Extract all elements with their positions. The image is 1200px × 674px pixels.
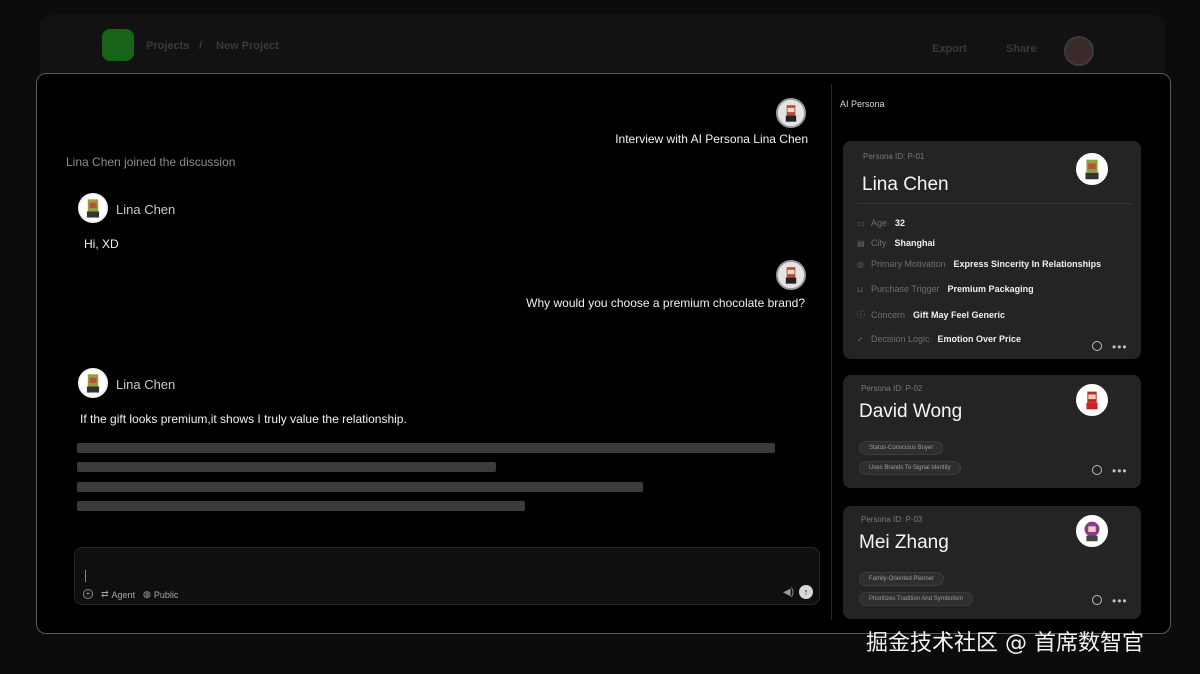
attribute-value: Gift May Feel Generic bbox=[913, 309, 1006, 320]
agent-icon: ⇄ bbox=[101, 589, 109, 599]
watermark: 掘金技术社区 @ 首席数智官 bbox=[866, 631, 1144, 656]
attribute-label: Age bbox=[871, 218, 888, 228]
lina-avatar bbox=[78, 193, 108, 223]
send-button[interactable]: ↑ bbox=[799, 585, 813, 599]
building-icon: ▤ bbox=[857, 238, 865, 248]
agent-label: Agent bbox=[111, 589, 136, 600]
persona-avatar bbox=[1076, 515, 1108, 547]
skeleton-line bbox=[77, 462, 496, 472]
attribute-city: ▤ City Shanghai bbox=[857, 238, 935, 248]
app-logo bbox=[102, 29, 134, 61]
system-message: Lina Chen joined the discussion bbox=[66, 155, 236, 169]
info-icon: ⓘ bbox=[857, 310, 865, 319]
attribute-label: Decision Logic bbox=[871, 334, 930, 344]
text-caret bbox=[85, 570, 86, 582]
persona-id: Persona ID: P-01 bbox=[863, 152, 925, 161]
attribute-value: Emotion Over Price bbox=[937, 334, 1022, 344]
attribute-concern: ⓘ Concern Gift May Feel Generic bbox=[857, 309, 1005, 320]
agent-toggle[interactable]: ⇄ Agent bbox=[101, 589, 135, 600]
message-text: If the gift looks premium,it shows I tru… bbox=[80, 412, 407, 426]
persona-tag: Family-Oriented Planner bbox=[859, 572, 945, 586]
persona-card[interactable]: Persona ID: P-03 Mei Zhang Family-Orient… bbox=[843, 506, 1141, 619]
attribute-decision: ✓ Decision Logic Emotion Over Price bbox=[857, 334, 1021, 344]
persona-id: Persona ID: P-03 bbox=[861, 515, 923, 524]
persona-tag: Status-Conscious Buyer bbox=[859, 441, 944, 455]
panel-divider bbox=[831, 84, 832, 620]
skeleton-line bbox=[77, 443, 775, 453]
message-input[interactable]: + ⇄ Agent ◍ Public ◀) ↑ bbox=[74, 547, 820, 605]
persona-id: Persona ID: P-02 bbox=[861, 384, 923, 393]
breadcrumb-project: New Project bbox=[216, 40, 279, 52]
attribute-value: Premium Packaging bbox=[947, 284, 1034, 294]
attribute-label: Concern bbox=[871, 309, 906, 320]
share-button: Share bbox=[1006, 43, 1037, 55]
interviewer-avatar bbox=[776, 260, 806, 290]
persona-name: David Wong bbox=[859, 401, 963, 422]
chat-icon[interactable] bbox=[1092, 465, 1102, 475]
breadcrumb-projects: Projects bbox=[146, 40, 190, 52]
attribute-motivation: ◎ Primary Motivation Express Sincerity I… bbox=[857, 259, 1101, 269]
export-button: Export bbox=[932, 43, 967, 55]
persona-card[interactable]: Persona ID: P-02 David Wong Status-Consc… bbox=[843, 375, 1141, 488]
persona-card[interactable]: Persona ID: P-01 Lina Chen ▭ Age 32 ▤ Ci… bbox=[843, 141, 1141, 359]
panel-title: AI Persona bbox=[840, 99, 885, 109]
app-page: Projects / New Project Export Share Inte… bbox=[0, 0, 1200, 674]
more-icon[interactable]: ••• bbox=[1112, 595, 1128, 607]
attribute-age: ▭ Age 32 bbox=[857, 218, 905, 228]
attribute-value: Shanghai bbox=[894, 238, 936, 248]
skeleton-line bbox=[77, 482, 643, 492]
persona-name: Lina Chen bbox=[862, 174, 949, 195]
skeleton-line bbox=[77, 501, 525, 511]
more-icon[interactable]: ••• bbox=[1112, 341, 1128, 353]
intro-persona-name: Lina Chen bbox=[753, 132, 808, 146]
persona-avatar bbox=[1076, 153, 1108, 185]
user-avatar bbox=[1064, 36, 1094, 66]
interviewer-avatar bbox=[776, 98, 806, 128]
chat-icon[interactable] bbox=[1092, 595, 1102, 605]
add-button[interactable]: + bbox=[83, 589, 93, 599]
visibility-toggle[interactable]: ◍ Public bbox=[143, 589, 178, 600]
public-label: Public bbox=[153, 589, 179, 600]
attribute-value: Express Sincerity In Relationships bbox=[953, 259, 1102, 269]
message-sender: Lina Chen bbox=[116, 377, 176, 392]
persona-tag: Uses Brands To Signal Identity bbox=[859, 461, 961, 475]
lina-avatar bbox=[78, 368, 108, 398]
chat-icon[interactable] bbox=[1092, 341, 1102, 351]
attribute-label: City bbox=[871, 238, 887, 248]
id-card-icon: ▭ bbox=[857, 218, 865, 228]
question-message: Why would you choose a premium chocolate… bbox=[526, 296, 805, 310]
attribute-label: Primary Motivation bbox=[871, 259, 946, 269]
message-sender: Lina Chen bbox=[116, 202, 176, 217]
more-icon[interactable]: ••• bbox=[1112, 465, 1128, 477]
breadcrumb-separator: / bbox=[199, 40, 203, 52]
card-divider bbox=[857, 203, 1133, 204]
voice-icon[interactable]: ◀) bbox=[783, 587, 794, 598]
plus-icon: + bbox=[83, 589, 93, 599]
persona-name: Mei Zhang bbox=[859, 532, 949, 553]
attribute-value: 32 bbox=[895, 218, 906, 228]
persona-tag: Prioritizes Tradition And Symbolism bbox=[859, 592, 974, 606]
intro-prefix: Interview with AI Persona bbox=[615, 132, 750, 146]
check-icon: ✓ bbox=[857, 334, 864, 344]
globe-icon: ◍ bbox=[143, 589, 151, 599]
message-text: Hi, XD bbox=[84, 237, 119, 251]
persona-avatar bbox=[1076, 384, 1108, 416]
attribute-trigger: ⊔ Purchase Trigger Premium Packaging bbox=[857, 284, 1034, 294]
attribute-label: Purchase Trigger bbox=[871, 284, 940, 294]
target-icon: ◎ bbox=[857, 259, 864, 269]
intro-message: Interview with AI Persona Lina Chen bbox=[615, 132, 808, 146]
cart-icon: ⊔ bbox=[857, 284, 864, 294]
